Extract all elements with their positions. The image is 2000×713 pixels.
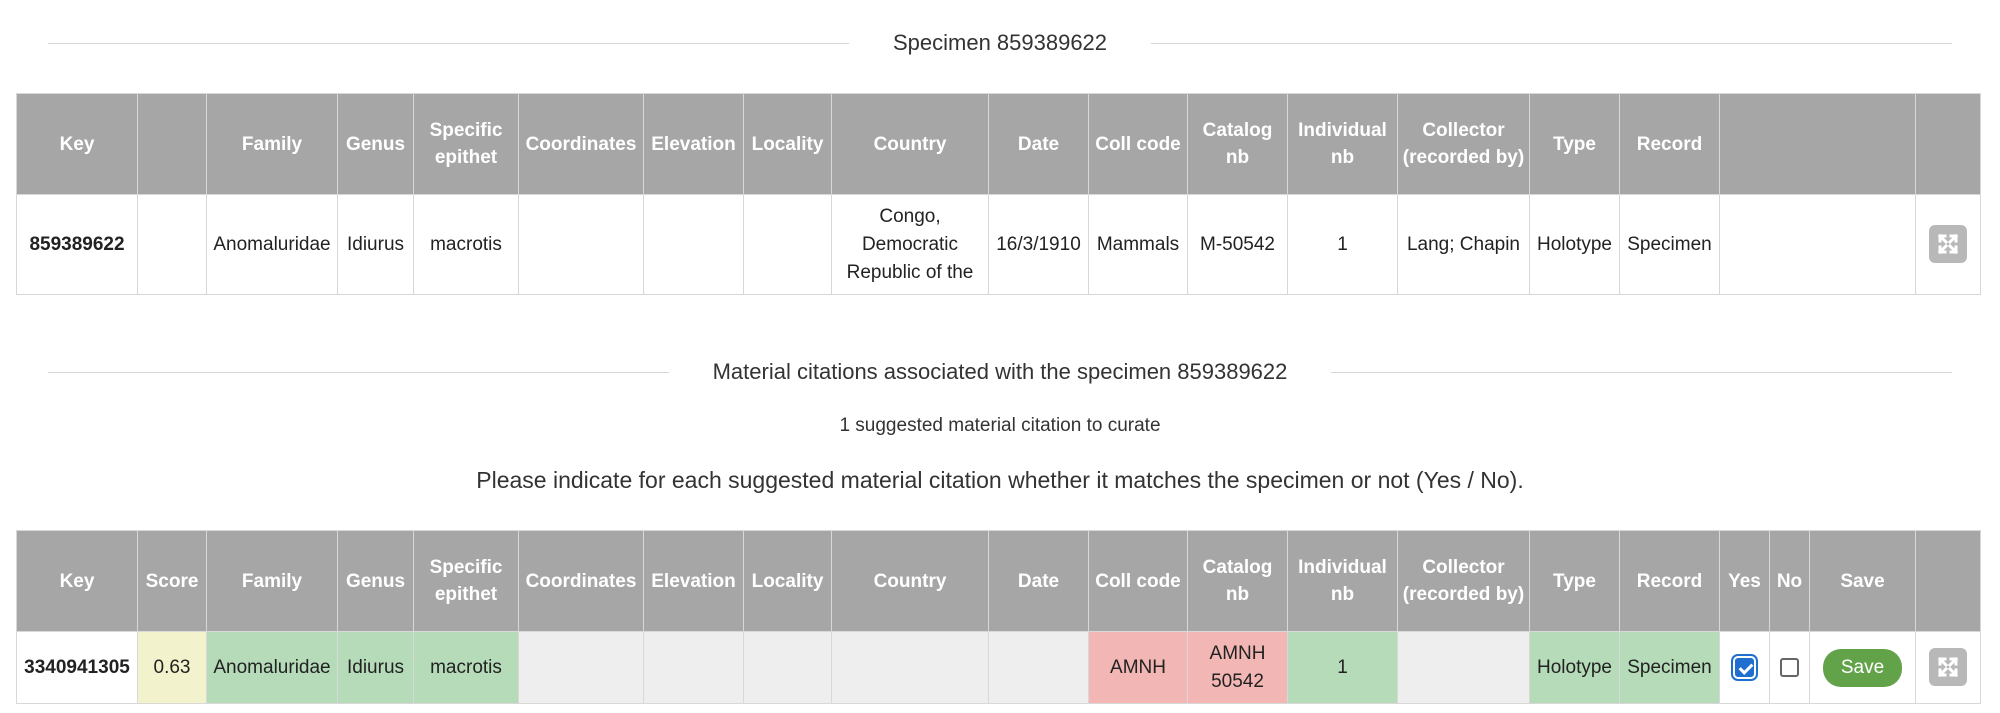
col-header-specific-epithet[interactable]: Specific epithet	[413, 93, 519, 195]
individual-nb-cell: 1	[1287, 631, 1398, 704]
col-header-collector[interactable]: Collector (recorded by)	[1397, 530, 1530, 632]
col-header-specific-epithet[interactable]: Specific epithet	[413, 530, 519, 632]
col-header-coll-code[interactable]: Coll code	[1088, 93, 1188, 195]
family-cell: Anomaluridae	[206, 631, 338, 704]
type-cell: Holotype	[1529, 194, 1620, 295]
col-header-type[interactable]: Type	[1529, 93, 1620, 195]
col-header-blank	[1915, 530, 1981, 632]
citations-header-row: Key Score Family Genus Specific epithet …	[16, 530, 1981, 632]
coordinates-cell	[518, 194, 644, 295]
family-cell: Anomaluridae	[206, 194, 338, 295]
col-header-save: Save	[1809, 530, 1916, 632]
expand-arrows-icon	[1937, 233, 1959, 254]
specific-epithet-cell: macrotis	[413, 631, 519, 704]
elevation-cell	[643, 631, 744, 704]
citations-table: Key Score Family Genus Specific epithet …	[16, 530, 1981, 704]
catalog-nb-cell: M-50542	[1187, 194, 1288, 295]
specific-epithet-cell: macrotis	[413, 194, 519, 295]
expand-arrows-icon	[1937, 656, 1959, 677]
expand-cell	[1915, 631, 1981, 704]
col-header-locality[interactable]: Locality	[743, 93, 832, 195]
col-header-date[interactable]: Date	[988, 530, 1089, 632]
col-header-elevation[interactable]: Elevation	[643, 530, 744, 632]
citation-count-text: 1 suggested material citation to curate	[839, 415, 1161, 436]
expand-button[interactable]	[1929, 647, 1967, 686]
specimen-section-title: Specimen 859389622	[48, 28, 1952, 58]
col-header-family[interactable]: Family	[206, 530, 338, 632]
expand-cell	[1915, 194, 1981, 295]
catalog-nb-cell: AMNH 50542	[1187, 631, 1288, 704]
specimen-table: Key Family Genus Specific epithet Coordi…	[16, 93, 1981, 295]
specimen-key-link[interactable]: 859389622	[16, 194, 138, 295]
col-header-individual-nb[interactable]: Individual nb	[1287, 93, 1398, 195]
type-cell: Holotype	[1529, 631, 1620, 704]
divider-line	[1331, 371, 1953, 373]
col-header-date[interactable]: Date	[988, 93, 1089, 195]
table-row: 859389622 Anomaluridae Idiurus macrotis …	[16, 194, 1981, 295]
col-header-family[interactable]: Family	[206, 93, 338, 195]
table-row: 3340941305 0.63 Anomaluridae Idiurus mac…	[16, 631, 1981, 704]
save-button[interactable]: Save	[1822, 648, 1903, 687]
save-cell: Save	[1809, 631, 1916, 704]
col-header-record[interactable]: Record	[1619, 93, 1720, 195]
collector-cell	[1397, 631, 1530, 704]
col-header-individual-nb[interactable]: Individual nb	[1287, 530, 1398, 632]
coordinates-cell	[518, 631, 644, 704]
specimen-header-row: Key Family Genus Specific epithet Coordi…	[16, 93, 1981, 195]
col-header-country[interactable]: Country	[831, 93, 989, 195]
col-header-elevation[interactable]: Elevation	[643, 93, 744, 195]
country-cell: Congo, Democratic Republic of the	[831, 194, 989, 295]
col-header-key[interactable]: Key	[16, 530, 138, 632]
blank-cell	[1719, 194, 1916, 295]
yes-checkbox[interactable]	[1735, 657, 1754, 677]
col-header-genus[interactable]: Genus	[337, 93, 414, 195]
coll-code-cell: Mammals	[1088, 194, 1188, 295]
locality-cell	[743, 631, 832, 704]
date-cell	[988, 631, 1089, 704]
col-header-catalog-nb[interactable]: Catalog nb	[1187, 530, 1288, 632]
col-header-locality[interactable]: Locality	[743, 530, 832, 632]
individual-nb-cell: 1	[1287, 194, 1398, 295]
genus-cell: Idiurus	[337, 194, 414, 295]
no-cell	[1769, 631, 1810, 704]
record-cell: Specimen	[1619, 194, 1720, 295]
specimen-heading: Specimen 859389622	[892, 30, 1108, 55]
divider-line	[48, 42, 849, 44]
col-header-collector[interactable]: Collector (recorded by)	[1397, 93, 1530, 195]
col-header-key[interactable]: Key	[16, 93, 138, 195]
record-cell: Specimen	[1619, 631, 1720, 704]
collector-cell: Lang; Chapin	[1397, 194, 1530, 295]
col-header-blank	[1915, 93, 1981, 195]
citations-heading: Material citations associated with the s…	[712, 359, 1288, 384]
col-header-blank	[137, 93, 207, 195]
col-header-type[interactable]: Type	[1529, 530, 1620, 632]
no-checkbox[interactable]	[1780, 657, 1799, 677]
col-header-coll-code[interactable]: Coll code	[1088, 530, 1188, 632]
country-cell	[831, 631, 989, 704]
col-header-coordinates[interactable]: Coordinates	[518, 93, 644, 195]
divider-line	[1151, 42, 1952, 44]
genus-cell: Idiurus	[337, 631, 414, 704]
date-cell: 16/3/1910	[988, 194, 1089, 295]
locality-cell	[743, 194, 832, 295]
coll-code-cell: AMNH	[1088, 631, 1188, 704]
citation-key-link[interactable]: 3340941305	[16, 631, 138, 704]
citations-section-title: Material citations associated with the s…	[48, 357, 1953, 387]
col-header-no: No	[1769, 530, 1810, 632]
expand-button[interactable]	[1929, 224, 1967, 263]
yes-cell	[1719, 631, 1770, 704]
blank-cell	[137, 194, 207, 295]
col-header-coordinates[interactable]: Coordinates	[518, 530, 644, 632]
col-header-blank	[1719, 93, 1916, 195]
col-header-catalog-nb[interactable]: Catalog nb	[1187, 93, 1288, 195]
score-cell: 0.63	[137, 631, 207, 704]
divider-line	[48, 371, 669, 373]
col-header-yes: Yes	[1719, 530, 1770, 632]
col-header-record[interactable]: Record	[1619, 530, 1720, 632]
elevation-cell	[643, 194, 744, 295]
col-header-genus[interactable]: Genus	[337, 530, 414, 632]
col-header-score[interactable]: Score	[137, 530, 207, 632]
col-header-country[interactable]: Country	[831, 530, 989, 632]
curation-instruction: Please indicate for each suggested mater…	[476, 467, 1524, 493]
